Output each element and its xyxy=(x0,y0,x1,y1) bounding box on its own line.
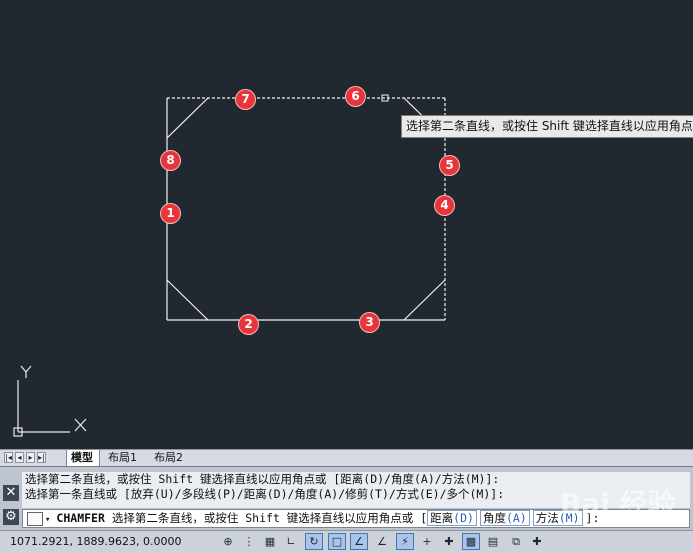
tab-model[interactable]: 模型 xyxy=(66,450,100,466)
option-angle-key: (A) xyxy=(505,511,527,525)
option-method-label: 方法 xyxy=(535,511,559,525)
drawing-canvas[interactable]: 1 2 3 4 5 6 7 8 选择第二条直线，或按住 Shift 键选择直线以… xyxy=(0,0,693,449)
option-method[interactable]: 方法(M) xyxy=(532,510,583,526)
object-snap-icon[interactable]: □ xyxy=(328,533,346,550)
marker-2: 2 xyxy=(239,315,258,334)
marker-8: 8 xyxy=(161,151,180,170)
tab-layout1[interactable]: 布局1 xyxy=(104,450,143,466)
cursor-coordinates[interactable]: 1071.2921, 1889.9623, 0.0000 xyxy=(10,535,181,548)
marker-4: 4 xyxy=(435,196,454,215)
allow-disallow-ucs-icon[interactable]: ∠ xyxy=(373,533,391,550)
option-distance-key: (D) xyxy=(453,511,474,525)
first-tab-icon[interactable]: |◂ xyxy=(4,452,13,463)
marker-5: 5 xyxy=(440,156,459,175)
prev-tab-icon[interactable]: ◂ xyxy=(15,452,24,463)
marker-3: 3 xyxy=(360,313,379,332)
option-distance-label: 距离 xyxy=(430,511,454,525)
add-icon[interactable]: ✚ xyxy=(528,533,546,550)
drawing-geometry xyxy=(13,94,446,437)
next-tab-icon[interactable]: ▸ xyxy=(26,452,35,463)
layout-tab-bar: |◂ ◂ ▸ ▸| 模型 布局1 布局2 xyxy=(0,449,693,466)
option-method-key: (M) xyxy=(558,511,580,525)
ucs-icon xyxy=(13,365,87,437)
ortho-mode-icon[interactable]: ∟ xyxy=(282,533,300,550)
annotation-monitor-icon[interactable]: ⧉ xyxy=(507,533,525,550)
last-tab-icon[interactable]: ▸| xyxy=(37,452,46,463)
command-history: 选择第二条直线，或按住 Shift 键选择直线以应用角点或 [距离(D)/角度(… xyxy=(22,472,690,508)
object-snap-tracking-icon[interactable]: ∠ xyxy=(350,533,368,550)
wrench-icon[interactable]: ⚙ xyxy=(3,509,19,525)
chevron-down-icon[interactable]: ▾ xyxy=(45,515,50,525)
marker-6: 6 xyxy=(346,87,365,106)
command-input[interactable]: ▾ CHAMFER 选择第二条直线，或按住 Shift 键选择直线以应用角点或 [… xyxy=(22,509,690,528)
option-angle-label: 角度 xyxy=(482,511,506,525)
history-line-1: 选择第二条直线，或按住 Shift 键选择直线以应用角点或 [距离(D)/角度(… xyxy=(25,472,500,486)
command-line-panel: ✕ ⚙ 选择第二条直线，或按住 Shift 键选择直线以应用角点或 [距离(D)… xyxy=(0,466,693,530)
transparency-icon[interactable]: ✚ xyxy=(440,533,458,550)
quick-properties-icon[interactable]: ▩ xyxy=(462,533,480,550)
marker-7: 7 xyxy=(236,90,255,109)
prompt-tail: ]: xyxy=(585,511,600,525)
lineweight-icon[interactable]: + xyxy=(418,533,436,550)
snap-mode-icon[interactable]: ⋮ xyxy=(240,533,258,550)
infer-constraints-icon[interactable]: ⊕ xyxy=(219,533,237,550)
bottom-left-chamfer xyxy=(166,279,209,321)
status-bar: 1071.2921, 1889.9623, 0.0000 ⊕ ⋮ ▦ ∟ ↻ □… xyxy=(0,530,693,553)
selection-cycling-icon[interactable]: ▤ xyxy=(484,533,502,550)
command-prompt: 选择第二条直线，或按住 Shift 键选择直线以应用角点或 xyxy=(111,511,414,525)
top-left-chamfer xyxy=(166,97,209,139)
close-icon[interactable]: ✕ xyxy=(3,485,19,501)
chamfer-tooltip: 选择第二条直线，或按住 Shift 键选择直线以应用角点或 xyxy=(401,115,693,138)
option-angle[interactable]: 角度(A) xyxy=(479,510,530,526)
bottom-right-chamfer xyxy=(403,279,446,321)
command-name: CHAMFER xyxy=(56,511,105,525)
history-line-2: 选择第一条直线或 [放弃(U)/多段线(P)/距离(D)/角度(A)/修剪(T)… xyxy=(25,487,505,501)
grid-display-icon[interactable]: ▦ xyxy=(261,533,279,550)
marker-1: 1 xyxy=(161,204,180,223)
command-prompt-icon[interactable] xyxy=(27,512,43,526)
dynamic-input-icon[interactable]: ⚡ xyxy=(396,533,414,550)
tab-layout2[interactable]: 布局2 xyxy=(150,450,189,466)
option-distance[interactable]: 距离(D) xyxy=(427,510,477,526)
polar-tracking-icon[interactable]: ↻ xyxy=(305,533,323,550)
